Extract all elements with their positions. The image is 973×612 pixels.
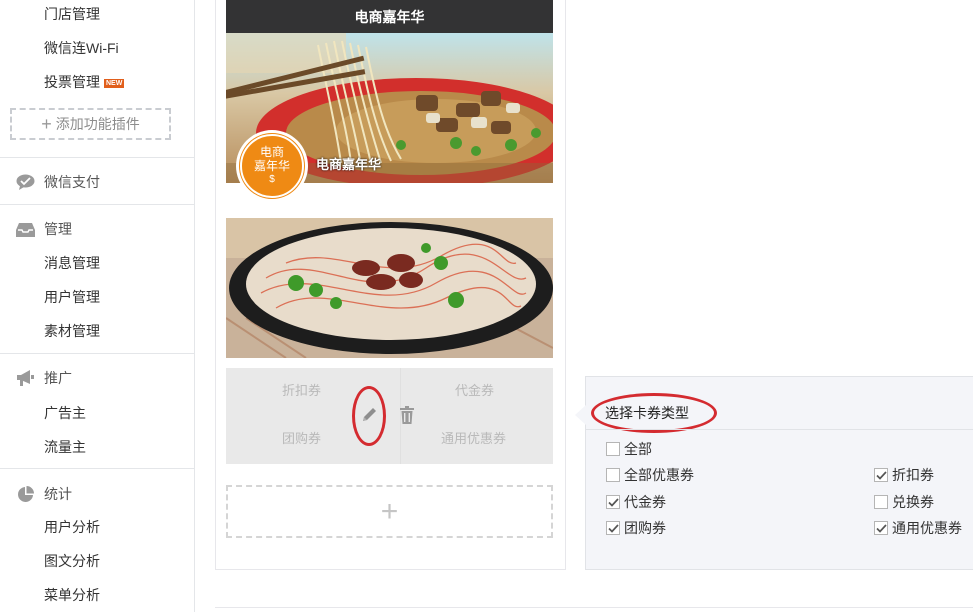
sidebar-item-label: 广告主 <box>44 405 86 421</box>
sidebar-item-label: 用户管理 <box>44 289 100 305</box>
sidebar-section-label: 推广 <box>44 370 72 386</box>
option-label: 折扣券 <box>892 467 934 483</box>
dollar-icon: $ <box>269 174 275 185</box>
brand-logo: 电商 嘉年华 $ <box>236 130 308 202</box>
pie-chart-icon <box>16 485 35 502</box>
sidebar-item-publisher[interactable]: 流量主 <box>44 437 86 457</box>
sidebar-item-user-analysis[interactable]: 用户分析 <box>44 517 100 537</box>
sidebar-item-wifi[interactable]: 微信连Wi-Fi <box>44 38 119 58</box>
plus-icon: + <box>41 113 52 134</box>
highlight-oval-title <box>591 393 717 433</box>
add-plugin-label: 添加功能插件 <box>55 116 140 132</box>
sidebar-item-label: 素材管理 <box>44 323 100 339</box>
megaphone-icon <box>16 370 35 386</box>
sidebar-item-label: 菜单分析 <box>44 587 100 603</box>
sidebar-item-messages[interactable]: 消息管理 <box>44 253 100 273</box>
option-label: 全部优惠券 <box>624 467 694 483</box>
add-plugin-button[interactable]: + 添加功能插件 <box>10 108 171 140</box>
sidebar-item-label: 投票管理 <box>44 74 100 90</box>
sidebar-item-label: 流量主 <box>44 439 86 455</box>
sidebar-item-store[interactable]: 门店管理 <box>44 4 100 24</box>
preview-header: 电商嘉年华 <box>226 0 553 33</box>
checkbox[interactable] <box>606 521 620 535</box>
sidebar-item-article-analysis[interactable]: 图文分析 <box>44 551 100 571</box>
sidebar-item-label: 微信连Wi-Fi <box>44 40 119 56</box>
sidebar-section-manage: 管理 <box>16 219 72 239</box>
option-all[interactable]: 全部 <box>606 439 652 459</box>
sidebar-section-pay[interactable]: 微信支付 <box>16 172 100 192</box>
banner-image-rice-noodles[interactable] <box>226 218 553 358</box>
sidebar-divider <box>0 204 195 205</box>
checkbox[interactable] <box>606 468 620 482</box>
checkbox[interactable] <box>606 495 620 509</box>
option-general[interactable]: 通用优惠券 <box>874 518 962 538</box>
sidebar-section-stats: 统计 <box>16 484 72 504</box>
option-all-coupons[interactable]: 全部优惠券 <box>606 465 694 485</box>
option-label: 通用优惠券 <box>892 520 962 536</box>
coupon-label: 代金券 <box>455 383 495 398</box>
sidebar-item-advertiser[interactable]: 广告主 <box>44 403 86 423</box>
new-badge: NEW <box>104 79 125 88</box>
coupon-label: 通用优惠券 <box>441 431 507 446</box>
option-group[interactable]: 团购券 <box>606 518 666 538</box>
option-cash[interactable]: 代金券 <box>606 492 666 512</box>
plus-icon: + <box>380 494 399 528</box>
highlight-oval-edit <box>352 386 386 446</box>
sidebar-divider <box>0 157 195 158</box>
option-exchange[interactable]: 兑换券 <box>874 492 934 512</box>
sidebar-section-label: 统计 <box>44 486 72 502</box>
logo-text: 电商 <box>259 145 284 159</box>
sidebar-divider <box>0 353 195 354</box>
sidebar-item-label: 图文分析 <box>44 553 100 569</box>
panel-arrow <box>575 405 586 425</box>
wechat-pay-icon <box>16 174 35 190</box>
sidebar: 门店管理 微信连Wi-Fi 投票管理 NEW + 添加功能插件 微信支付 管理 消… <box>0 0 195 612</box>
sidebar-section-label: 微信支付 <box>44 174 100 190</box>
checkbox[interactable] <box>606 442 620 456</box>
panel-divider <box>586 429 973 430</box>
sidebar-item-vote[interactable]: 投票管理 NEW <box>44 72 125 92</box>
sidebar-section-promo: 推广 <box>16 368 72 388</box>
sidebar-section-label: 管理 <box>44 221 72 237</box>
sidebar-item-materials[interactable]: 素材管理 <box>44 321 100 341</box>
preview-title: 电商嘉年华 <box>354 8 425 25</box>
checkbox[interactable] <box>874 521 888 535</box>
checkbox[interactable] <box>874 468 888 482</box>
add-card-button[interactable]: + <box>226 485 553 538</box>
coupon-widget[interactable]: 折扣券 代金券 团购券 通用优惠券 <box>226 368 553 464</box>
sidebar-item-label: 用户分析 <box>44 519 100 535</box>
coupon-label: 折扣券 <box>282 383 322 398</box>
sidebar-divider <box>0 468 195 469</box>
banner-caption: 电商嘉年华 <box>316 157 382 172</box>
coupon-label: 团购券 <box>282 431 322 446</box>
logo-text: 嘉年华 <box>253 159 290 173</box>
sidebar-item-users[interactable]: 用户管理 <box>44 287 100 307</box>
sidebar-item-label: 消息管理 <box>44 255 100 271</box>
trash-icon[interactable] <box>399 406 415 424</box>
option-label: 全部 <box>624 441 652 457</box>
inbox-icon <box>16 221 35 237</box>
option-label: 团购券 <box>624 520 666 536</box>
sidebar-item-menu-analysis[interactable]: 菜单分析 <box>44 585 100 605</box>
footer-divider <box>215 607 973 608</box>
option-label: 兑换券 <box>892 494 934 510</box>
checkbox[interactable] <box>874 495 888 509</box>
option-discount[interactable]: 折扣券 <box>874 465 934 485</box>
sidebar-item-label: 门店管理 <box>44 6 100 22</box>
option-label: 代金券 <box>624 494 666 510</box>
